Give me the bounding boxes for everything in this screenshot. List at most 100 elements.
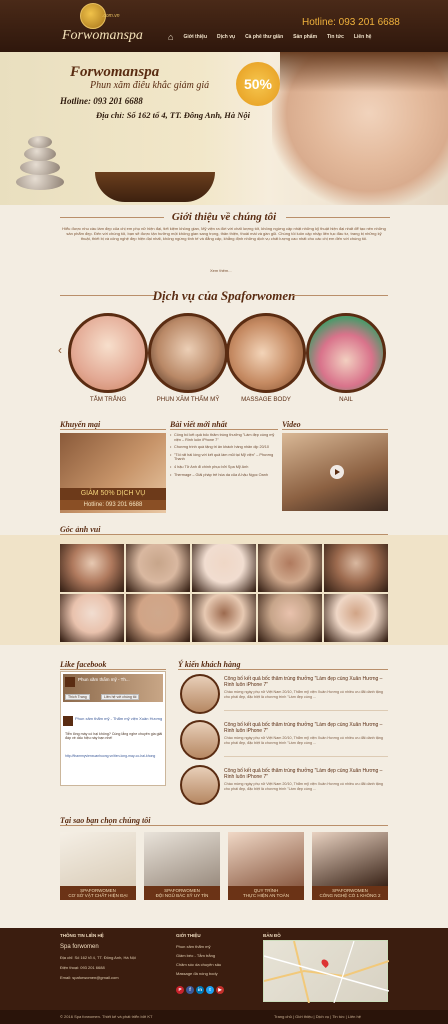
pinterest-icon[interactable]: P bbox=[176, 986, 184, 994]
footer-map-title: BẢN ĐỒ bbox=[263, 933, 281, 938]
bottom-link-contact[interactable]: Liên hệ bbox=[348, 1014, 361, 1019]
comment-body: Chào mừng ngày phụ nữ Việt Nam 20/10, Th… bbox=[224, 736, 383, 745]
nav-item-tin-tuc[interactable]: Tin tức bbox=[327, 34, 344, 40]
location-map[interactable] bbox=[263, 940, 390, 1004]
read-more-link[interactable]: Xem thêm... bbox=[210, 268, 232, 273]
gallery-photo[interactable] bbox=[192, 544, 256, 592]
service-image-tam-trang[interactable] bbox=[68, 313, 148, 393]
chevron-left-icon[interactable]: ‹ bbox=[58, 343, 62, 357]
why-image[interactable] bbox=[228, 832, 304, 886]
intro-title: Giới thiệu về chúng tôi bbox=[171, 211, 277, 223]
why-label: SPAFORWOMEN CÔNG NGHỆ CÓ 1 KHÔNG 2 bbox=[312, 886, 388, 900]
divider bbox=[60, 669, 166, 670]
footer-link[interactable]: Massage đá nóng body bbox=[176, 970, 218, 978]
bottom-link-news[interactable]: Tin tức bbox=[332, 1014, 344, 1019]
footer-link[interactable]: Phun xăm thẩm mỹ bbox=[176, 943, 210, 951]
gallery-photo[interactable] bbox=[126, 594, 190, 642]
intro-text: Hiểu được nhu cầu làm đẹp của chị em phụ… bbox=[62, 226, 386, 242]
model-hair-shade bbox=[280, 52, 448, 92]
divider bbox=[178, 669, 388, 670]
news-item[interactable]: "Tôi rất hài lòng với kết quả làm mũi tạ… bbox=[170, 453, 278, 462]
footer-link[interactable]: Giảm béo - Tắm trắng bbox=[176, 952, 215, 960]
comment-title[interactable]: Công bố kết quả bốc thăm trúng thưởng "L… bbox=[224, 768, 388, 780]
banner-hotline: Hotline: 093 201 6688 bbox=[60, 96, 143, 106]
spa-bowl-image bbox=[95, 172, 215, 202]
promo-hotline: Hotline: 093 201 6688 bbox=[60, 500, 166, 510]
gallery-photo[interactable] bbox=[60, 544, 124, 592]
gallery-photo[interactable] bbox=[192, 594, 256, 642]
twitter-icon[interactable]: t bbox=[206, 986, 214, 994]
gallery-photo[interactable] bbox=[258, 544, 322, 592]
facebook-title: Like facebook bbox=[60, 660, 107, 669]
comment-title[interactable]: Công bố kết quả bốc thăm trúng thưởng "L… bbox=[224, 722, 388, 734]
footer-link[interactable]: Chăm sóc da chuyên sâu bbox=[176, 961, 221, 969]
why-label: SPAFORWOMEN ĐỘI NGŨ BÁC SỸ UY TÍN bbox=[144, 886, 220, 900]
fb-post-name[interactable]: Phun xăm thẩm mỹ - Thẩm mỹ viện Xuân Hươ… bbox=[75, 716, 163, 721]
divider bbox=[170, 429, 278, 430]
header-hotline: Hotline: 093 201 6688 bbox=[302, 17, 400, 28]
why-image[interactable] bbox=[312, 832, 388, 886]
gallery-photo[interactable] bbox=[258, 594, 322, 642]
customer-avatar bbox=[180, 765, 220, 805]
news-item[interactable]: 4 hậu Tử Anh đi chinh phục bởi Spa Mỹ An… bbox=[170, 465, 278, 470]
social-icons: Pf in t ▶ bbox=[176, 986, 226, 994]
nav-item-gioi-thieu[interactable]: Giới thiệu bbox=[183, 34, 207, 40]
gallery-grid bbox=[60, 544, 390, 644]
why-label: SPAFORWOMEN CƠ SỞ VẬT CHẤT HIỆN ĐẠI bbox=[60, 886, 136, 900]
linkedin-icon[interactable]: in bbox=[196, 986, 204, 994]
news-list: Công bố kết quả bốc thăm trúng thưởng "L… bbox=[170, 433, 278, 480]
page-avatar bbox=[65, 677, 75, 687]
service-label[interactable]: MASSAGE BODY bbox=[221, 396, 311, 403]
nav-item-san-pham[interactable]: Sản phẩm bbox=[293, 34, 317, 40]
nav-item-dich-vu[interactable]: Dịch vụ bbox=[217, 34, 235, 40]
customer-avatar bbox=[180, 674, 220, 714]
bottom-link-home[interactable]: Trang chủ bbox=[274, 1014, 292, 1019]
news-item[interactable]: Thermage – Giải pháp trẻ hóa da của A hậ… bbox=[170, 473, 278, 478]
discount-badge: 50% bbox=[236, 62, 280, 106]
footer-email[interactable]: Email: spaforwomen@gmail.com bbox=[60, 974, 119, 982]
gallery-photo[interactable] bbox=[126, 544, 190, 592]
footer-address: Địa chỉ: Số 162 tổ 4, TT. Đông Anh, Hà N… bbox=[60, 955, 136, 960]
fb-post-text: Tiễn lông máy có hại không? Cùng lắng ng… bbox=[65, 732, 163, 741]
facebook-widget[interactable]: Phun xăm thẩm mỹ - Th... Thích Trang Liê… bbox=[60, 671, 166, 786]
divider bbox=[292, 295, 388, 296]
bottom-link-services[interactable]: Dịch vụ bbox=[316, 1014, 329, 1019]
service-image-nail[interactable] bbox=[306, 313, 386, 393]
gallery-photo[interactable] bbox=[60, 594, 124, 642]
gallery-photo[interactable] bbox=[324, 544, 388, 592]
bottom-link-about[interactable]: Giới thiệu bbox=[295, 1014, 312, 1019]
service-label[interactable]: NAIL bbox=[301, 396, 391, 403]
facebook-icon[interactable]: f bbox=[186, 986, 194, 994]
why-image[interactable] bbox=[60, 832, 136, 886]
service-label[interactable]: PHUN XĂM THẨM MỸ bbox=[143, 396, 233, 403]
fb-contact-button[interactable]: Liên hệ với chúng tôi bbox=[101, 694, 140, 700]
nav-item-ca-phe[interactable]: Cà phê thư giãn bbox=[245, 34, 283, 40]
service-label[interactable]: TẮM TRẮNG bbox=[63, 396, 153, 403]
divider bbox=[282, 429, 388, 430]
comment-body: Chào mừng ngày phụ nữ Việt Nam 20/10, Th… bbox=[224, 690, 383, 699]
divider bbox=[60, 217, 164, 218]
why-title: Tại sao bạn chọn chúng tôi bbox=[60, 816, 151, 825]
fb-post-link[interactable]: http://thammyvienxuanhuong.vn/tien-long-… bbox=[65, 754, 163, 758]
service-image-phun-xam[interactable] bbox=[148, 313, 228, 393]
site-logo[interactable]: .com.vn Forwomanspa bbox=[62, 3, 152, 49]
news-item[interactable]: Chương trình quà tặng tri ân khách hàng … bbox=[170, 445, 278, 450]
comment-title[interactable]: Công bố kết quả bốc thăm trúng thưởng "L… bbox=[224, 676, 388, 688]
nav-item-lien-he[interactable]: Liên hệ bbox=[354, 34, 372, 40]
fb-page-name[interactable]: Phun xăm thẩm mỹ - Th... bbox=[78, 677, 130, 682]
gallery-photo[interactable] bbox=[324, 594, 388, 642]
divider bbox=[224, 710, 388, 711]
spa-stones-image bbox=[10, 122, 70, 192]
service-image-massage[interactable] bbox=[226, 313, 306, 393]
footer-contact-title: THÔNG TIN LIÊN HỆ bbox=[60, 933, 104, 938]
banner-subtitle: Phun xăm điêu khắc giảm giá bbox=[90, 80, 210, 91]
play-icon[interactable] bbox=[330, 465, 344, 479]
why-image[interactable] bbox=[144, 832, 220, 886]
hero-banner[interactable] bbox=[0, 52, 448, 205]
home-icon[interactable]: ⌂ bbox=[168, 32, 173, 42]
banner-title: Forwomanspa bbox=[70, 64, 160, 80]
fb-like-button[interactable]: Thích Trang bbox=[65, 694, 90, 700]
news-item[interactable]: Công bố kết quả bốc thăm trúng thưởng "L… bbox=[170, 433, 278, 442]
youtube-icon[interactable]: ▶ bbox=[216, 986, 224, 994]
services-title: Dịch vụ của Spaforwomen bbox=[152, 288, 296, 303]
